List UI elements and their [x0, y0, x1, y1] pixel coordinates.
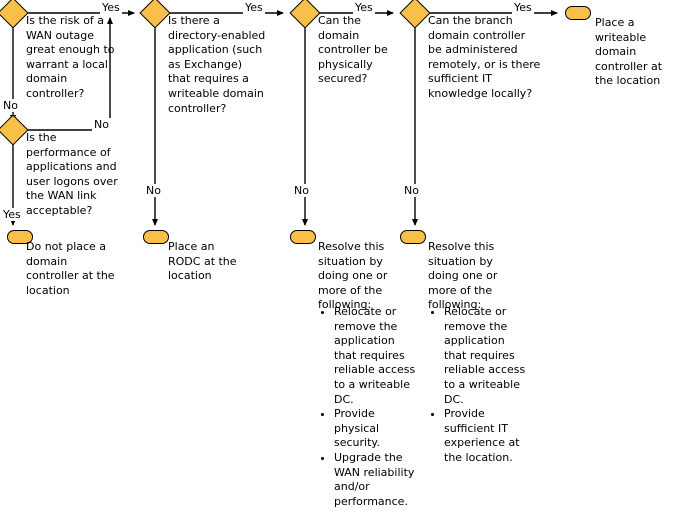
- terminator-shape: [565, 6, 591, 20]
- decision-node-remote-administration[interactable]: [399, 0, 431, 29]
- edge-label-d4-yes: Yes: [353, 1, 375, 14]
- edge-label-d5-no: No: [402, 184, 421, 197]
- terminator-label-resolve-it-knowledge: Resolve this situation by doing one or m…: [428, 240, 498, 312]
- edge-label-d3-yes: Yes: [243, 1, 265, 14]
- edge-label-d1-no: No: [1, 99, 20, 112]
- decision-diamond-shape: [399, 0, 431, 29]
- decision-diamond-shape: [289, 0, 321, 29]
- decision-node-directory-enabled-app[interactable]: [139, 0, 171, 29]
- decision-label-wan-performance: Is the performance of applications and u…: [26, 131, 118, 217]
- terminator-label-place-rodc: Place an RODC at the location: [168, 240, 237, 283]
- list-item: Relocate or remove the application that …: [444, 305, 528, 407]
- edge-label-d2-no: No: [92, 118, 111, 131]
- terminator-label-no-domain-controller: Do not place a domain controller at the …: [26, 240, 115, 297]
- edge-label-d3-no: No: [144, 184, 163, 197]
- edge-label-d5-yes: Yes: [512, 1, 534, 14]
- terminator-node-place-rodc[interactable]: [143, 230, 169, 244]
- terminator-node-resolve-physical[interactable]: [290, 230, 316, 244]
- terminator-label-resolve-physical: Resolve this situation by doing one or m…: [318, 240, 388, 312]
- terminator-node-resolve-it-knowledge[interactable]: [400, 230, 426, 244]
- decision-node-wan-outage-risk[interactable]: [0, 0, 29, 29]
- resolve-it-knowledge-bullet-list: Relocate or remove the application that …: [428, 305, 528, 466]
- decision-label-physical-security: Can the domain controller be physically …: [318, 14, 388, 86]
- decision-node-physical-security[interactable]: [289, 0, 321, 29]
- edge-label-d2-yes: Yes: [1, 208, 23, 221]
- list-item: Provide physical security.: [334, 407, 418, 451]
- list-item: Upgrade the WAN reliability and/or perfo…: [334, 451, 418, 509]
- decision-diamond-shape: [139, 0, 171, 29]
- terminator-shape: [143, 230, 169, 244]
- decision-label-directory-enabled-app: Is there a directory-enabled application…: [168, 14, 266, 115]
- terminator-node-place-writeable-dc[interactable]: [565, 6, 591, 20]
- terminator-shape: [400, 230, 426, 244]
- terminator-shape: [290, 230, 316, 244]
- terminator-label-place-writeable-dc: Place a writeable domain controller at t…: [595, 16, 663, 88]
- decision-node-wan-performance[interactable]: [0, 114, 29, 146]
- decision-diamond-shape: [0, 0, 29, 29]
- list-item: Relocate or remove the application that …: [334, 305, 418, 407]
- edge-label-d1-yes: Yes: [100, 1, 122, 14]
- flowchart-canvas: Is the risk of a WAN outage great enough…: [0, 0, 681, 513]
- list-item: Provide sufficient IT experience at the …: [444, 407, 528, 465]
- decision-label-remote-administration: Can the branch domain controller be admi…: [428, 14, 541, 100]
- decision-label-wan-outage-risk: Is the risk of a WAN outage great enough…: [26, 14, 115, 100]
- edge-label-d4-no: No: [292, 184, 311, 197]
- resolve-physical-bullet-list: Relocate or remove the application that …: [318, 305, 418, 509]
- decision-diamond-shape: [0, 114, 29, 146]
